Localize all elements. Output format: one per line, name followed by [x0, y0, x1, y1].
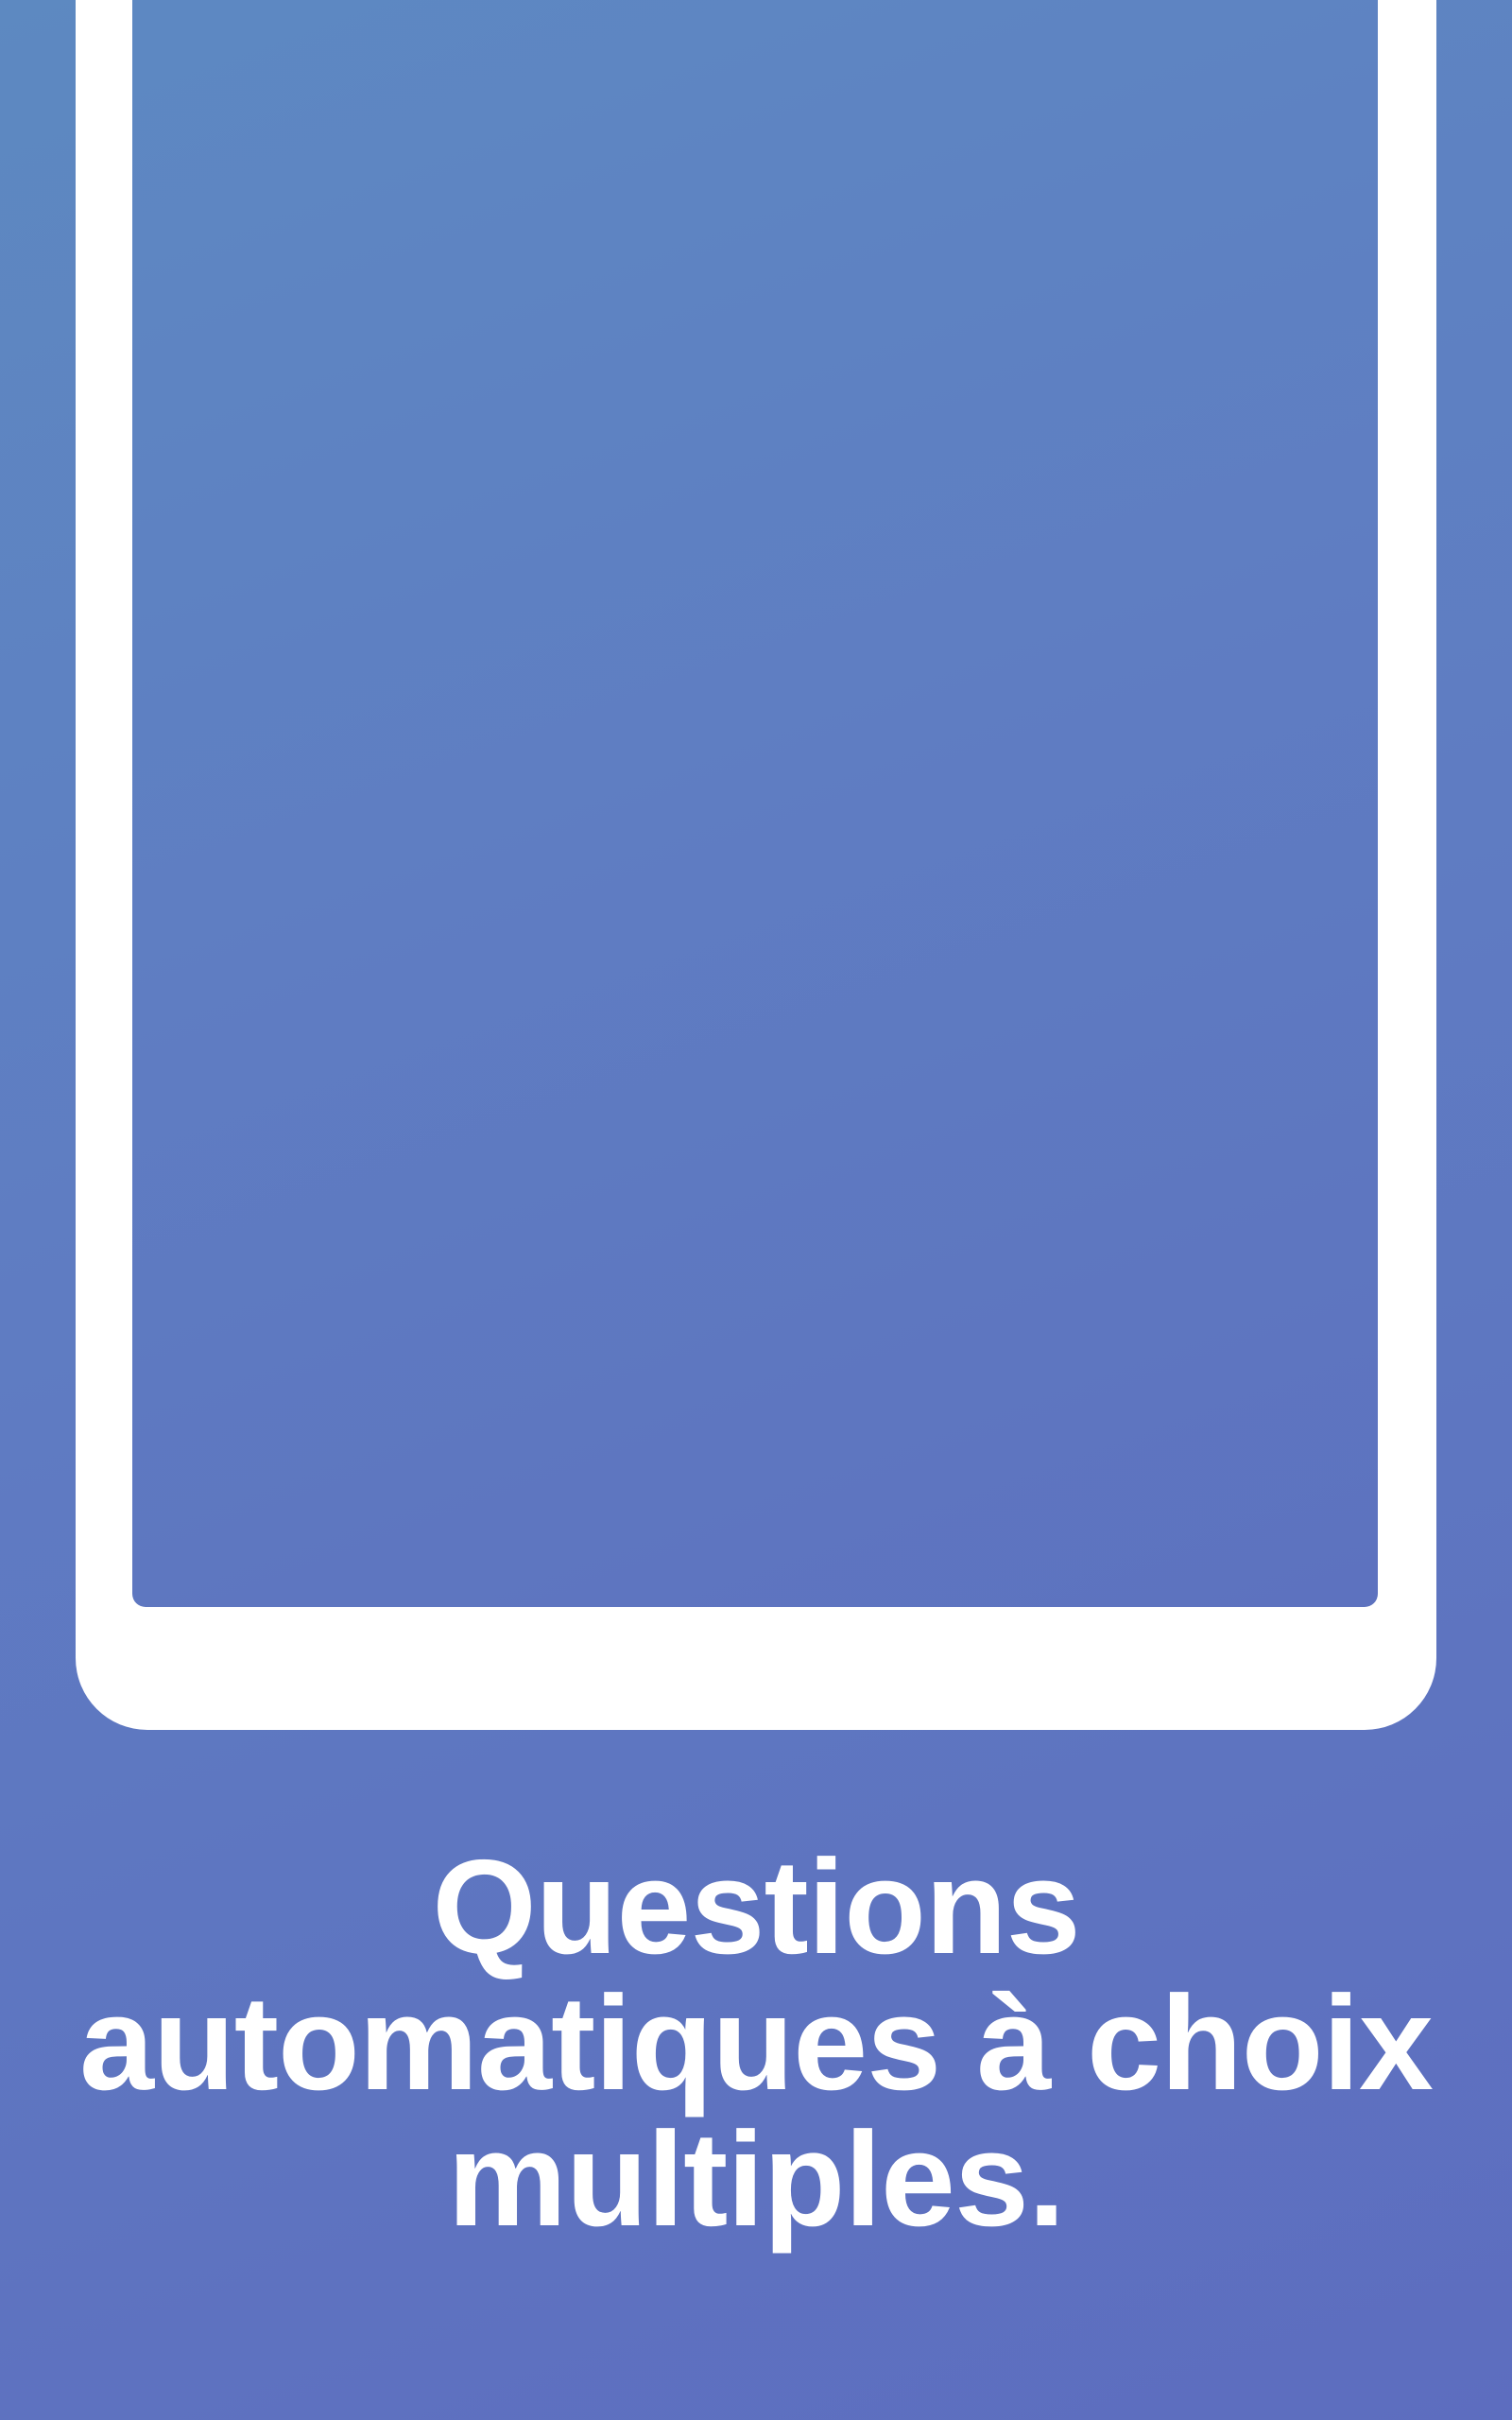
caption-line-3: multiples.: [447, 2104, 1066, 2255]
caption-line-2: automatiques à choix: [79, 1968, 1434, 2118]
caption-line-1: Questions: [432, 1832, 1080, 1982]
caption-heading: Questions automatiques à choix multiples…: [0, 1840, 1512, 2248]
device-screen: [132, 0, 1378, 1607]
device-frame: [76, 0, 1436, 1730]
